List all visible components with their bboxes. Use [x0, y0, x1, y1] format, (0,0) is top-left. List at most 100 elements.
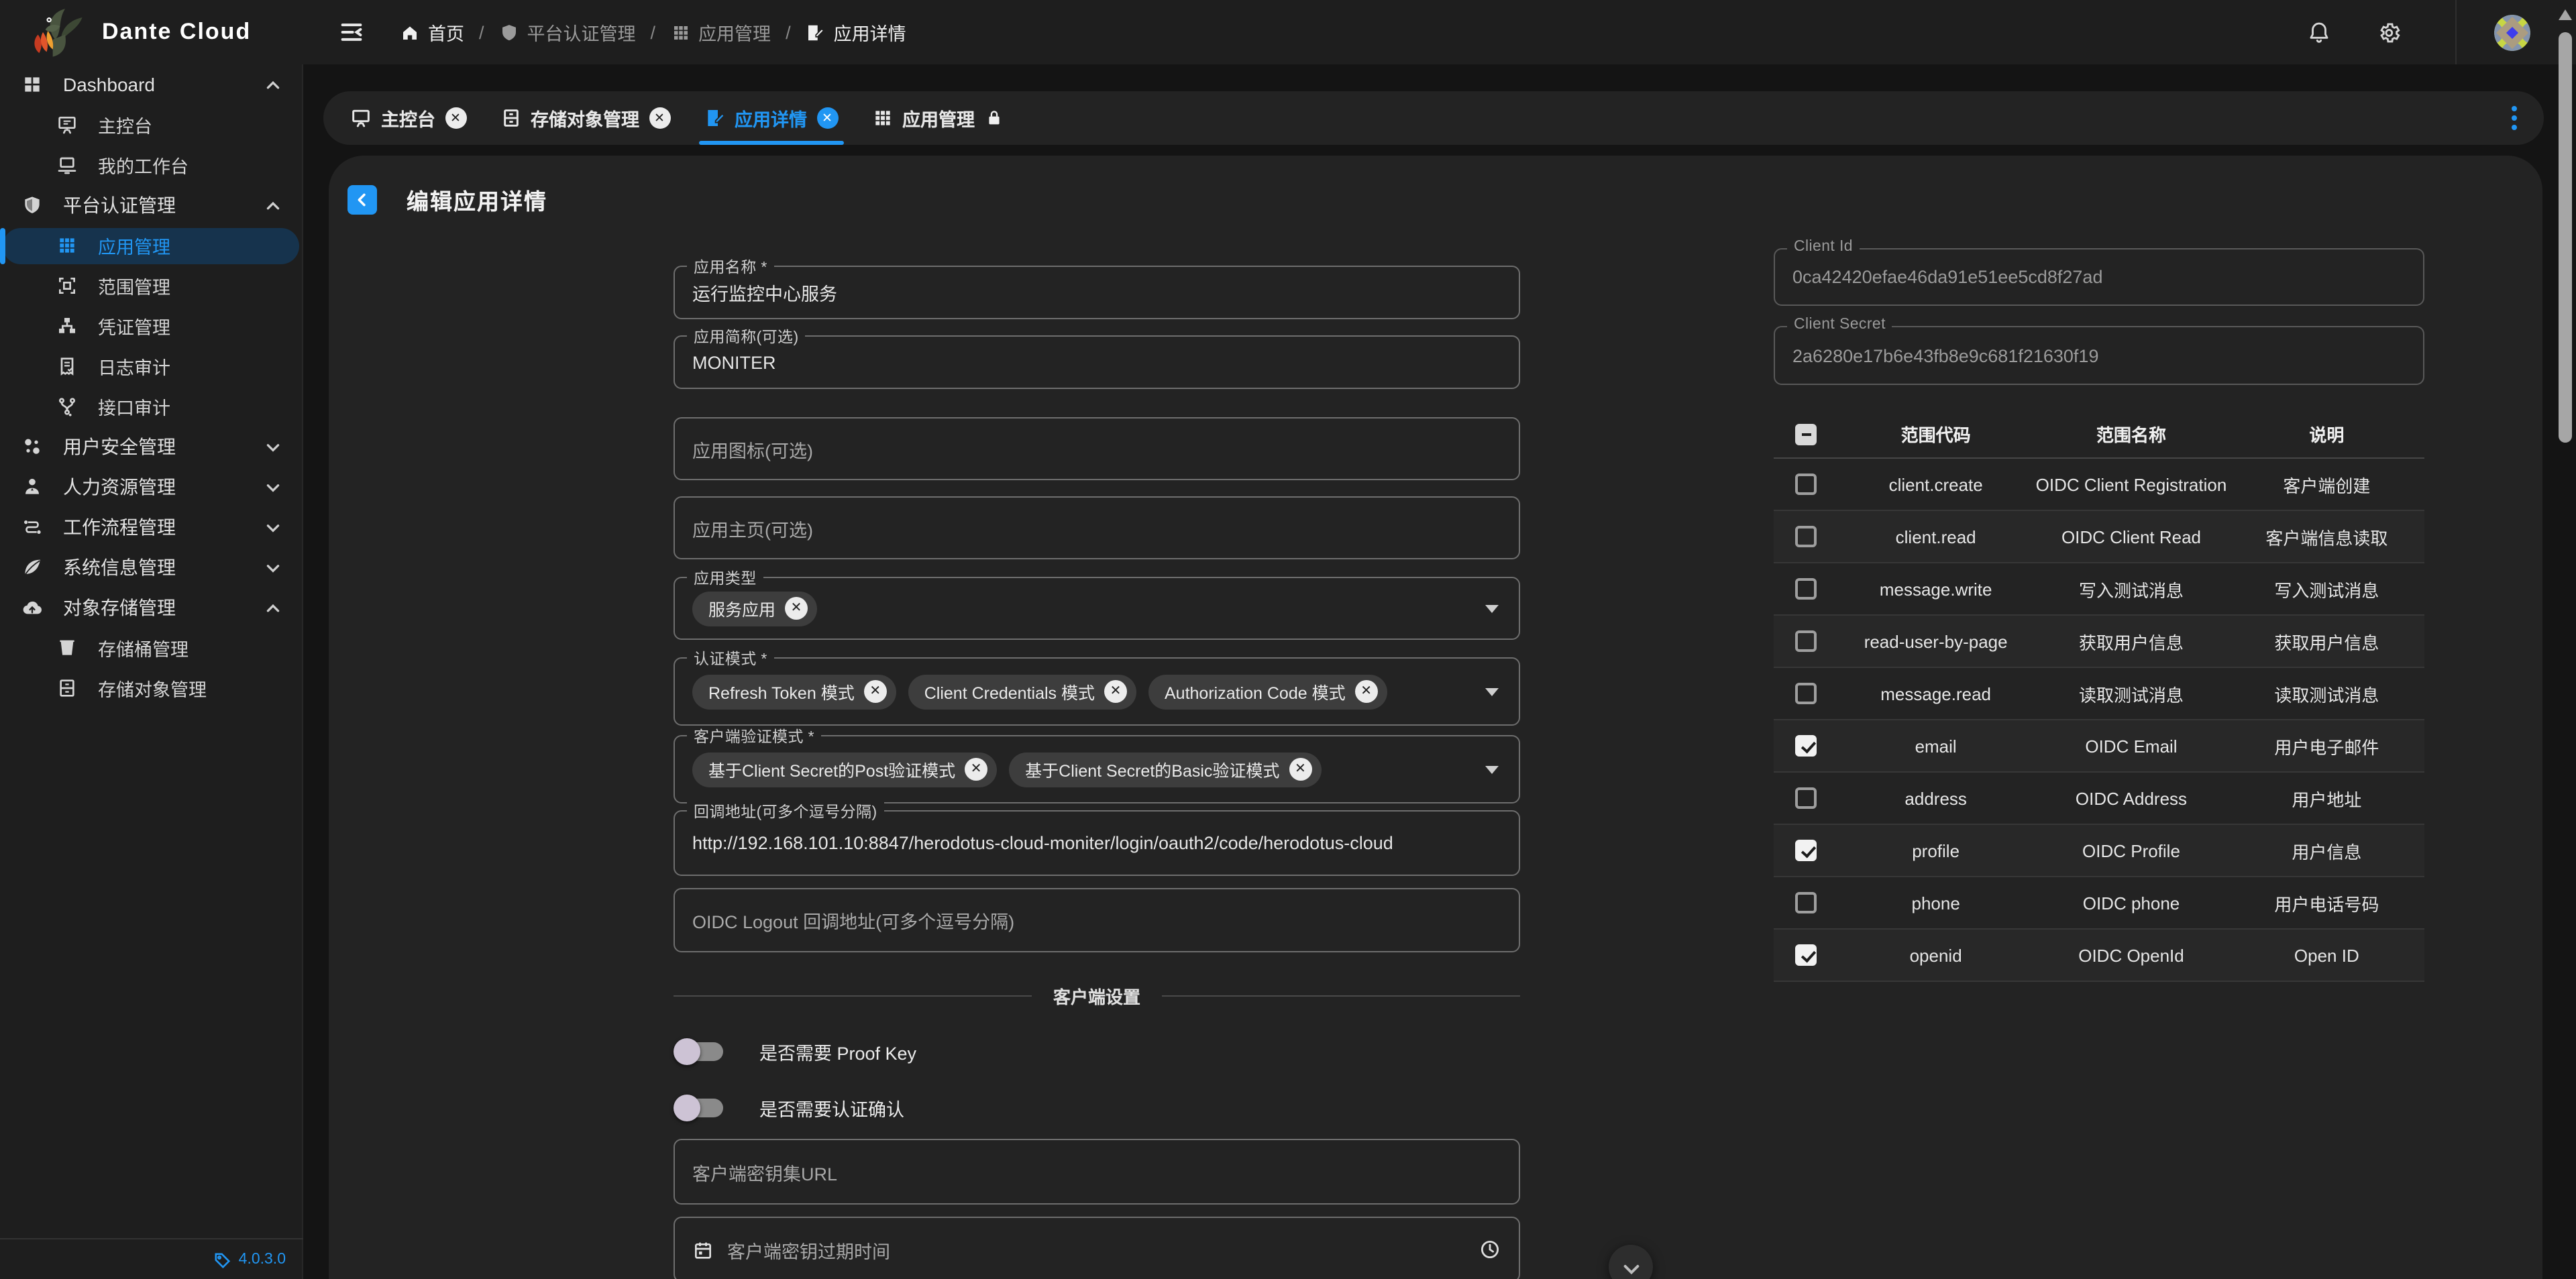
table-row[interactable]: openid OIDC OpenId Open ID — [1774, 930, 2424, 982]
chip-refresh-token[interactable]: Refresh Token 模式 ✕ — [692, 674, 896, 709]
sidebar-group-dashboard[interactable]: Dashboard — [0, 64, 302, 105]
menu-fold-icon[interactable] — [338, 19, 365, 46]
logo[interactable]: Dante Cloud — [0, 3, 303, 62]
chip-close-icon[interactable]: ✕ — [864, 680, 887, 703]
calendar-icon — [692, 1239, 714, 1260]
auth-confirm-toggle[interactable] — [678, 1099, 723, 1117]
chip-close-icon[interactable]: ✕ — [785, 597, 808, 620]
topbar-divider — [2455, 0, 2457, 64]
shield-icon — [20, 194, 43, 217]
tab-options-menu-icon[interactable] — [2506, 101, 2522, 135]
sidebar-group-object-storage[interactable]: 对象存储管理 — [0, 588, 302, 628]
sidebar-item-workbench[interactable]: 我的工作台 — [0, 145, 302, 185]
chevron-up-icon — [264, 599, 282, 616]
sidebar-item-console[interactable]: 主控台 — [0, 105, 302, 145]
breadcrumb-item-platform-auth[interactable]: 平台认证管理 — [499, 19, 636, 46]
app-abbr-field[interactable]: 应用简称(可选) MONITER — [674, 335, 1520, 389]
sidebar-group-system-info[interactable]: 系统信息管理 — [0, 547, 302, 588]
notifications-bell-icon[interactable] — [2306, 19, 2332, 45]
row-checkbox[interactable] — [1795, 683, 1817, 704]
tab-app-detail[interactable]: 应用详情 ✕ — [701, 91, 841, 145]
row-checkbox[interactable] — [1795, 630, 1817, 652]
tab-console[interactable]: 主控台 ✕ — [347, 91, 469, 145]
tab-close-icon[interactable]: ✕ — [445, 107, 466, 129]
table-row[interactable]: client.create OIDC Client Registration 客… — [1774, 459, 2424, 511]
topbar-actions — [2306, 0, 2576, 64]
chevron-down-icon — [1620, 1258, 1642, 1279]
row-checkbox[interactable] — [1795, 578, 1817, 600]
sidebar-item-bucket-mgmt[interactable]: 存储桶管理 — [0, 628, 302, 668]
app-home-field[interactable]: 应用主页(可选) — [674, 496, 1520, 559]
row-checkbox[interactable] — [1795, 892, 1817, 913]
chip-client-credentials[interactable]: Client Credentials 模式 ✕ — [908, 674, 1136, 709]
chip-close-icon[interactable]: ✕ — [965, 758, 987, 781]
tab-close-icon[interactable]: ✕ — [816, 107, 838, 129]
app-name-label: 应用名称 * — [687, 256, 774, 278]
app-name-field[interactable]: 应用名称 * 运行监控中心服务 — [674, 266, 1520, 319]
table-row[interactable]: profile OIDC Profile 用户信息 — [1774, 825, 2424, 877]
chip-secret-post[interactable]: 基于Client Secret的Post验证模式 ✕ — [692, 752, 997, 787]
chip-close-icon[interactable]: ✕ — [1104, 680, 1127, 703]
row-checkbox[interactable] — [1795, 474, 1817, 495]
sidebar-item-app-mgmt[interactable]: 应用管理 — [0, 225, 302, 266]
tab-close-icon[interactable]: ✕ — [649, 107, 670, 129]
jwks-url-field[interactable]: 客户端密钥集URL — [674, 1139, 1520, 1205]
tab-app-mgmt[interactable]: 应用管理 — [869, 91, 1006, 145]
table-row[interactable]: read-user-by-page 获取用户信息 获取用户信息 — [1774, 616, 2424, 668]
breadcrumb-item-app-mgmt[interactable]: 应用管理 — [670, 19, 771, 46]
grid-icon — [670, 22, 690, 42]
table-row[interactable]: email OIDC Email 用户电子邮件 — [1774, 720, 2424, 773]
chip-service-app[interactable]: 服务应用 ✕ — [692, 591, 817, 626]
sidebar-item-credential-mgmt[interactable]: 凭证管理 — [0, 306, 302, 346]
redirect-uri-field[interactable]: 回调地址(可多个逗号分隔) http://192.168.101.10:8847… — [674, 810, 1520, 876]
grant-types-select[interactable]: 认证模式 * Refresh Token 模式 ✕ Client Credent… — [674, 657, 1520, 726]
oidc-logout-uri-field[interactable]: OIDC Logout 回调地址(可多个逗号分隔) — [674, 888, 1520, 952]
sidebar-group-workflow[interactable]: 工作流程管理 — [0, 507, 302, 547]
monitor-icon — [350, 107, 372, 129]
auth-confirm-label: 是否需要认证确认 — [759, 1095, 904, 1121]
back-button[interactable] — [347, 185, 377, 215]
sidebar-item-object-mgmt[interactable]: 存储对象管理 — [0, 668, 302, 708]
secret-expire-field[interactable]: 客户端密钥过期时间 — [674, 1217, 1520, 1279]
chip-authorization-code[interactable]: Authorization Code 模式 ✕ — [1148, 674, 1387, 709]
auth-methods-select[interactable]: 客户端验证模式 * 基于Client Secret的Post验证模式 ✕ 基于C… — [674, 735, 1520, 803]
app-type-label: 应用类型 — [687, 567, 763, 589]
chip-close-icon[interactable]: ✕ — [1355, 680, 1378, 703]
scrollbar-thumb[interactable] — [2558, 32, 2571, 443]
breadcrumb-item-home[interactable]: 首页 — [400, 19, 464, 46]
client-id-field: Client Id 0ca42420efae46da91e51ee5cd8f27… — [1774, 248, 2424, 306]
app-type-select[interactable]: 应用类型 服务应用 ✕ — [674, 577, 1520, 640]
client-secret-label: Client Secret — [1787, 317, 1892, 333]
chip-secret-basic[interactable]: 基于Client Secret的Basic验证模式 ✕ — [1009, 752, 1321, 787]
table-row[interactable]: message.write 写入测试消息 写入测试消息 — [1774, 563, 2424, 616]
table-row[interactable]: message.read 读取测试消息 读取测试消息 — [1774, 668, 2424, 720]
sidebar-group-user-security[interactable]: 用户安全管理 — [0, 427, 302, 467]
page-scrollbar[interactable] — [2557, 0, 2572, 1279]
sidebar-item-scope-mgmt[interactable]: 范围管理 — [0, 266, 302, 306]
content-card: 编辑应用详情 应用名称 * 运行监控中心服务 应用简称(可选) MONITER … — [329, 156, 2542, 1279]
row-checkbox[interactable] — [1795, 526, 1817, 547]
sidebar-item-log-audit[interactable]: 日志审计 — [0, 346, 302, 386]
breadcrumb-item-app-detail[interactable]: 应用详情 — [806, 19, 906, 46]
avatar[interactable] — [2494, 14, 2530, 50]
tab-storage-objects[interactable]: 存储对象管理 ✕ — [497, 91, 673, 145]
row-checkbox-checked[interactable] — [1795, 944, 1817, 966]
settings-gear-icon[interactable] — [2376, 19, 2402, 45]
row-checkbox[interactable] — [1795, 787, 1817, 809]
table-row[interactable]: phone OIDC phone 用户电话号码 — [1774, 877, 2424, 930]
sidebar-group-hr[interactable]: 人力资源管理 — [0, 467, 302, 507]
app-icon-field[interactable]: 应用图标(可选) — [674, 417, 1520, 480]
proof-key-toggle[interactable] — [678, 1042, 723, 1061]
scroll-down-button[interactable] — [1609, 1245, 1653, 1279]
table-row[interactable]: client.read OIDC Client Read 客户端信息读取 — [1774, 511, 2424, 563]
sidebar-group-platform-auth[interactable]: 平台认证管理 — [0, 185, 302, 225]
scrollbar-up-arrow[interactable] — [2558, 9, 2571, 20]
row-checkbox-checked[interactable] — [1795, 735, 1817, 757]
clock-icon[interactable] — [1479, 1238, 1501, 1261]
table-row[interactable]: address OIDC Address 用户地址 — [1774, 773, 2424, 825]
chip-close-icon[interactable]: ✕ — [1289, 758, 1311, 781]
select-all-checkbox[interactable] — [1795, 423, 1817, 445]
row-checkbox-checked[interactable] — [1795, 840, 1817, 861]
secret-expire-placeholder: 客户端密钥过期时间 — [727, 1236, 890, 1263]
sidebar-item-api-audit[interactable]: 接口审计 — [0, 386, 302, 427]
